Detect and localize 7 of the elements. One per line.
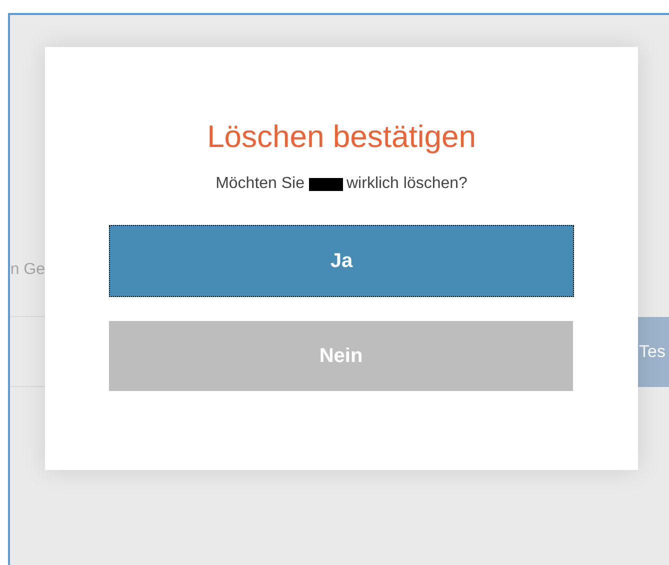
dialog-message: wirklich löschen? [346,175,468,193]
dialog-title: Löschen bestätigen [206,119,477,155]
cancel-button[interactable]: Nein [109,321,573,391]
field-label: n Ge [10,260,45,280]
dialog-message: Möchten Sie [216,175,304,193]
test-button[interactable]: Tes [638,317,669,387]
confirm-button[interactable]: Ja [109,225,574,297]
